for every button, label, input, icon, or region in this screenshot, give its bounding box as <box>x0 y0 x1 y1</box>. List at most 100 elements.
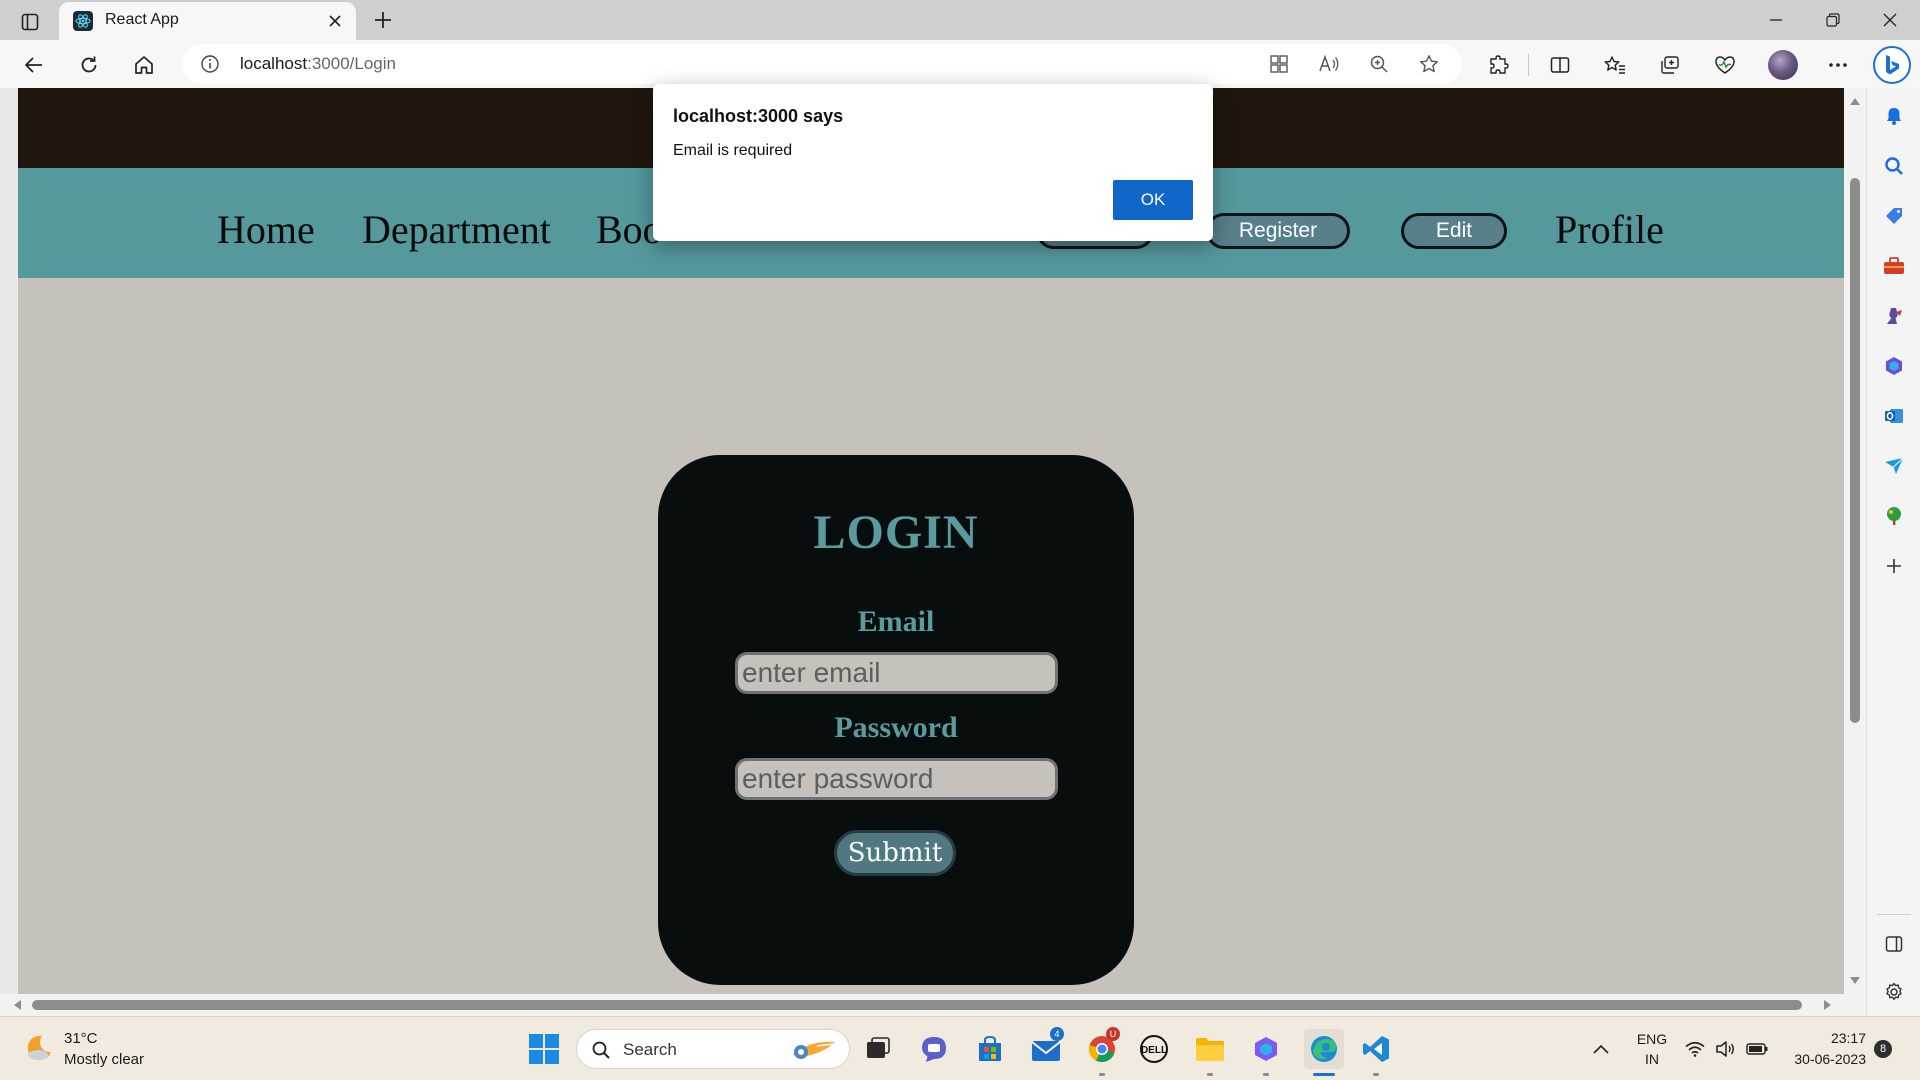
password-input[interactable] <box>735 758 1058 800</box>
taskbar-search-label: Search <box>623 1040 677 1059</box>
back-icon[interactable] <box>17 48 51 82</box>
tab-close-icon[interactable] <box>322 8 348 34</box>
url-text[interactable]: localhost:3000/Login <box>240 54 396 74</box>
mail-icon[interactable]: 4 <box>1030 1027 1064 1065</box>
tab-strip: React App <box>0 0 1920 40</box>
chrome-profile-badge: U <box>1106 1027 1120 1041</box>
horizontal-scrollbar[interactable] <box>0 994 1866 1016</box>
volume-icon[interactable] <box>1712 1033 1738 1065</box>
search-highlight-icon <box>783 1036 841 1068</box>
refresh-icon[interactable] <box>72 48 106 82</box>
search-icon[interactable] <box>1880 152 1908 180</box>
sidebar-divider <box>1877 914 1911 915</box>
address-bar[interactable]: localhost:3000/Login <box>182 44 1462 84</box>
restore-icon[interactable] <box>1815 2 1851 38</box>
register-button[interactable]: Register <box>1206 213 1350 249</box>
weather-temperature[interactable]: 31°C <box>64 1030 98 1047</box>
vertical-scrollbar[interactable] <box>1844 88 1866 994</box>
clock-time[interactable]: 23:17 <box>1786 1030 1866 1046</box>
email-input[interactable] <box>735 652 1058 694</box>
shopping-tag-icon[interactable] <box>1880 202 1908 230</box>
battery-icon[interactable] <box>1742 1033 1772 1065</box>
password-label: Password <box>834 711 958 744</box>
minimize-icon[interactable] <box>1758 2 1794 38</box>
chrome-running-indicator <box>1099 1073 1105 1076</box>
favorites-icon[interactable] <box>1598 48 1632 82</box>
edge-sidebar <box>1866 88 1920 1034</box>
nav-link-home[interactable]: Home <box>217 206 315 253</box>
url-path: :3000/Login <box>307 54 396 73</box>
show-hidden-icons-chevron-up-icon[interactable] <box>1586 1033 1616 1065</box>
extensions-icon[interactable] <box>1482 48 1516 82</box>
dialog-title: localhost:3000 says <box>673 106 844 126</box>
scroll-right-arrow-icon[interactable] <box>1824 1000 1831 1010</box>
new-tab-icon[interactable] <box>367 4 399 36</box>
microsoft-store-icon[interactable] <box>974 1033 1006 1065</box>
hide-sidebar-icon[interactable] <box>1880 930 1908 958</box>
send-icon[interactable] <box>1880 452 1908 480</box>
edge-active-indicator <box>1313 1073 1335 1076</box>
copilot-running-indicator <box>1263 1073 1269 1076</box>
file-explorer-icon[interactable] <box>1194 1033 1226 1065</box>
microsoft-365-icon[interactable] <box>1880 352 1908 380</box>
wifi-icon[interactable] <box>1682 1033 1708 1065</box>
vertical-scroll-thumb[interactable] <box>1850 178 1860 723</box>
task-view-icon[interactable] <box>862 1033 894 1065</box>
tree-icon[interactable] <box>1880 502 1908 530</box>
bell-icon[interactable] <box>1880 102 1908 130</box>
copilot-app-icon[interactable] <box>1250 1033 1282 1065</box>
input-language[interactable]: ENG <box>1636 1031 1668 1047</box>
login-title: LOGIN <box>813 506 979 559</box>
taskbar-search-box[interactable]: Search <box>576 1029 850 1069</box>
horizontal-scroll-thumb[interactable] <box>32 1000 1802 1010</box>
add-icon[interactable] <box>1880 552 1908 580</box>
browser-toolbar: localhost:3000/Login <box>0 40 1920 88</box>
login-card: LOGIN Email Password Submit <box>658 455 1134 985</box>
profile-avatar[interactable] <box>1765 47 1801 83</box>
bing-chat-icon[interactable] <box>1872 45 1912 85</box>
tab-actions-icon[interactable] <box>14 6 46 38</box>
app-available-icon[interactable] <box>1262 47 1296 81</box>
notification-count-badge[interactable]: 8 <box>1874 1040 1892 1058</box>
react-icon <box>73 11 93 31</box>
taskbar: 31°C Mostly clear Search 4 U DELL ENG IN… <box>0 1016 1920 1080</box>
sidebar-settings-icon[interactable] <box>1880 978 1908 1006</box>
weather-moon-icon[interactable] <box>24 1033 54 1063</box>
toolbar-divider <box>1528 54 1529 76</box>
teams-chat-icon[interactable] <box>918 1033 950 1065</box>
favorite-star-icon[interactable] <box>1412 47 1446 81</box>
edge-browser-icon[interactable] <box>1304 1029 1344 1069</box>
outlook-icon[interactable] <box>1880 402 1908 430</box>
read-aloud-icon[interactable] <box>1312 47 1346 81</box>
scroll-up-arrow-icon[interactable] <box>1850 98 1860 105</box>
site-info-icon[interactable] <box>200 54 220 74</box>
vscode-icon[interactable] <box>1360 1033 1392 1065</box>
split-screen-icon[interactable] <box>1543 48 1577 82</box>
more-options-icon[interactable] <box>1821 48 1855 82</box>
home-icon[interactable] <box>127 48 161 82</box>
zoom-icon[interactable] <box>1362 47 1396 81</box>
tools-icon[interactable] <box>1880 252 1908 280</box>
windows-start-icon[interactable] <box>528 1033 560 1065</box>
chrome-icon[interactable]: U <box>1086 1027 1120 1065</box>
scroll-down-arrow-icon[interactable] <box>1850 977 1860 984</box>
input-region[interactable]: IN <box>1636 1051 1668 1067</box>
explorer-running-indicator <box>1207 1073 1213 1076</box>
submit-button[interactable]: Submit <box>834 830 956 876</box>
alert-dialog: localhost:3000 says Email is required OK <box>653 84 1213 241</box>
dell-icon[interactable]: DELL <box>1138 1033 1170 1065</box>
dialog-message: Email is required <box>673 142 793 159</box>
scroll-left-arrow-icon[interactable] <box>14 1000 21 1010</box>
window-close-icon[interactable] <box>1872 2 1908 38</box>
nav-link-profile[interactable]: Profile <box>1555 206 1664 253</box>
tab-react-app[interactable]: React App <box>59 2 356 40</box>
collections-icon[interactable] <box>1653 48 1687 82</box>
games-icon[interactable] <box>1880 302 1908 330</box>
taskbar-search-icon <box>591 1040 611 1064</box>
clock-date[interactable]: 30-06-2023 <box>1770 1051 1866 1067</box>
weather-description[interactable]: Mostly clear <box>64 1051 144 1068</box>
dialog-ok-button[interactable]: OK <box>1113 180 1193 220</box>
edit-button[interactable]: Edit <box>1401 213 1507 249</box>
nav-link-department[interactable]: Department <box>362 206 551 253</box>
browser-essentials-icon[interactable] <box>1708 48 1742 82</box>
